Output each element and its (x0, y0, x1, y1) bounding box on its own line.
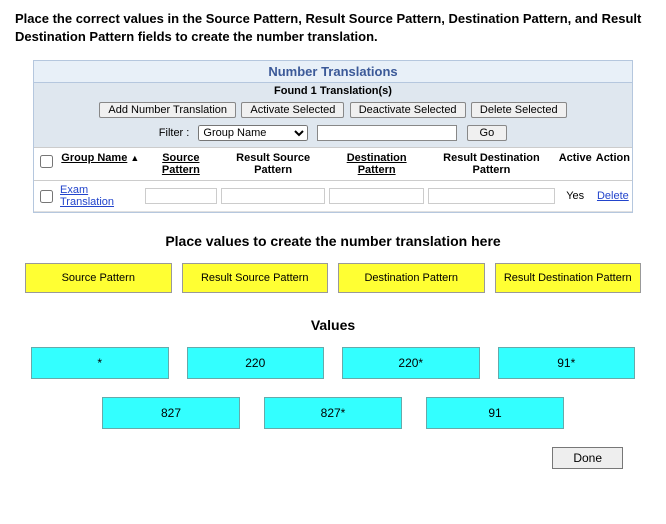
col-group-name[interactable]: Group Name ▲ (58, 148, 143, 181)
translations-table: Group Name ▲ Source Pattern Result Sourc… (34, 147, 632, 212)
filter-row: Filter : Group Name Go (34, 121, 632, 147)
col-source-pattern[interactable]: Source Pattern (143, 148, 220, 181)
go-button[interactable]: Go (467, 125, 508, 141)
group-name-link[interactable]: Exam Translation (60, 184, 114, 208)
delete-link[interactable]: Delete (597, 190, 629, 202)
slot-result-destination-pattern[interactable]: Result Destination Pattern (495, 263, 642, 293)
sort-asc-icon: ▲ (130, 153, 139, 163)
drop-heading: Place values to create the number transl… (15, 233, 651, 249)
value-tile[interactable]: 91 (426, 397, 564, 429)
panel-title: Number Translations (34, 61, 632, 83)
select-all-checkbox[interactable] (40, 155, 53, 168)
add-number-translation-button[interactable]: Add Number Translation (99, 102, 236, 118)
delete-selected-button[interactable]: Delete Selected (471, 102, 567, 118)
toolbar: Add Number Translation Activate Selected… (34, 99, 632, 121)
values-row-2: 827 827* 91 (15, 397, 651, 429)
value-tile[interactable]: * (31, 347, 169, 379)
drop-slots: Source Pattern Result Source Pattern Des… (25, 263, 641, 293)
value-tile[interactable]: 220 (187, 347, 325, 379)
source-pattern-cell (145, 188, 218, 204)
slot-destination-pattern[interactable]: Destination Pattern (338, 263, 485, 293)
table-row: Exam Translation Yes Delete (34, 181, 632, 212)
slot-result-source-pattern[interactable]: Result Source Pattern (182, 263, 329, 293)
activate-selected-button[interactable]: Activate Selected (241, 102, 344, 118)
value-tile[interactable]: 827* (264, 397, 402, 429)
destination-pattern-cell (329, 188, 424, 204)
values-heading: Values (15, 317, 651, 333)
filter-label: Filter : (159, 127, 190, 139)
col-action: Action (594, 148, 632, 181)
value-tile[interactable]: 827 (102, 397, 240, 429)
col-destination-pattern[interactable]: Destination Pattern (327, 148, 426, 181)
col-result-source-pattern: Result Source Pattern (219, 148, 327, 181)
row-checkbox[interactable] (40, 190, 53, 203)
values-row-1: * 220 220* 91* (31, 347, 635, 379)
filter-input[interactable] (317, 125, 457, 141)
result-destination-pattern-cell (428, 188, 555, 204)
done-row: Done (15, 447, 623, 469)
col-active: Active (557, 148, 594, 181)
filter-select[interactable]: Group Name (198, 125, 308, 141)
instruction-text: Place the correct values in the Source P… (15, 10, 651, 46)
value-tile[interactable]: 220* (342, 347, 480, 379)
result-source-pattern-cell (221, 188, 325, 204)
col-result-destination-pattern: Result Destination Pattern (426, 148, 557, 181)
value-tile[interactable]: 91* (498, 347, 636, 379)
active-cell: Yes (557, 181, 594, 212)
found-count: Found 1 Translation(s) (34, 83, 632, 99)
done-button[interactable]: Done (552, 447, 623, 469)
deactivate-selected-button[interactable]: Deactivate Selected (350, 102, 466, 118)
number-translations-panel: Number Translations Found 1 Translation(… (33, 60, 633, 213)
slot-source-pattern[interactable]: Source Pattern (25, 263, 172, 293)
